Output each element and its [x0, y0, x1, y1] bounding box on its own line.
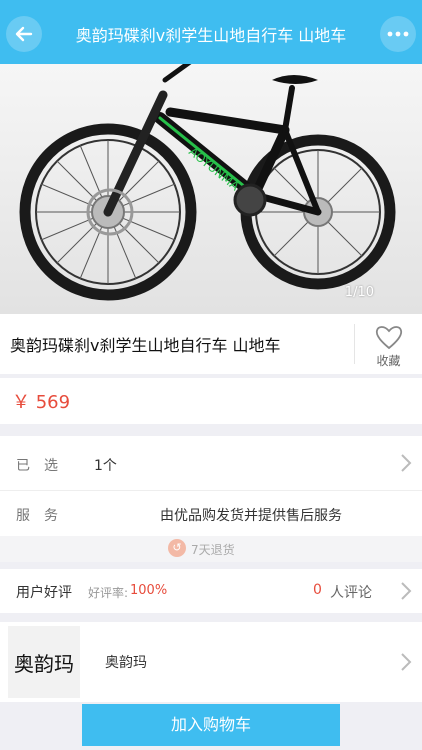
return-icon: ↺: [168, 539, 186, 557]
brand-logo: 奥韵玛: [8, 626, 80, 698]
bicycle-image: AOYUNMA: [19, 64, 396, 301]
service-value: 由优品购发货并提供售后服务: [160, 508, 342, 524]
chevron-right-icon: [401, 582, 412, 600]
rating-value: 100%: [130, 583, 168, 598]
product-name: 奥韵玛碟刹v刹学生山地自行车 山地车: [10, 336, 281, 355]
more-dots-icon: [387, 31, 409, 37]
selection-value: 1个: [94, 458, 117, 474]
more-button[interactable]: [380, 16, 416, 52]
brand-name: 奥韵玛: [105, 655, 147, 671]
back-button[interactable]: [6, 16, 42, 52]
arrow-left-icon: [15, 26, 33, 42]
review-count: 0: [313, 582, 322, 598]
brand-row[interactable]: 奥韵玛 奥韵玛: [0, 622, 422, 702]
reviews-title: 用户好评: [16, 585, 72, 601]
add-to-cart-button[interactable]: 加入购物车: [82, 704, 340, 746]
product-image-carousel[interactable]: AOYUNMA 1/10: [0, 64, 422, 314]
frame-brand-text: AOYUNMA: [186, 144, 242, 193]
selection-row[interactable]: 已选 1个: [0, 436, 422, 491]
reviews-row[interactable]: 用户好评 好评率: 100% 0 人评论: [0, 569, 422, 613]
top-bar: 奥韵玛碟刹v刹学生山地自行车 山地车: [0, 0, 422, 64]
favorite-label: 收藏: [376, 354, 401, 368]
review-count-suffix: 人评论: [330, 585, 372, 601]
rating-label: 好评率:: [88, 586, 129, 600]
heart-icon: [375, 326, 402, 350]
chevron-right-icon: [401, 653, 412, 671]
product-price: ￥ 569: [12, 392, 71, 413]
selection-label: 已选: [16, 458, 72, 474]
chevron-right-icon: [401, 454, 412, 472]
returns-badge: ↺ 7天退货: [0, 536, 422, 562]
price-section: ￥ 569: [0, 378, 422, 424]
service-row: 服务 由优品购发货并提供售后服务: [0, 491, 422, 536]
product-name-section: 奥韵玛碟刹v刹学生山地自行车 山地车 收藏: [0, 314, 422, 374]
image-pager: 1/10: [344, 285, 374, 300]
page-title: 奥韵玛碟刹v刹学生山地自行车 山地车: [75, 26, 347, 45]
favorite-button[interactable]: 收藏: [355, 322, 422, 374]
returns-text: 7天退货: [191, 543, 235, 557]
